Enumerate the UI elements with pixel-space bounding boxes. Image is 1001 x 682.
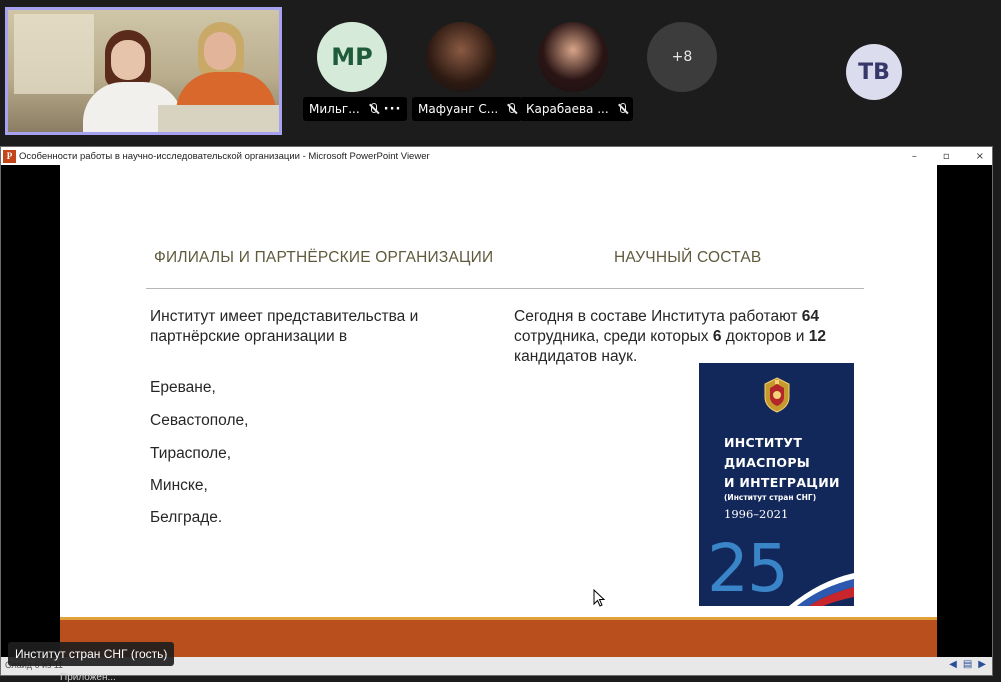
video-desk [158,105,279,132]
status-icons: ◀ ▤ ▶ [949,659,986,670]
more-participants-tile[interactable]: +8 [647,22,757,122]
slide-menu-icon[interactable]: ▤ [963,659,972,670]
participant-tile-1[interactable]: MP Мильг... ··· [303,22,413,122]
participant-name-pill: Мильг... ··· [303,97,408,121]
powerpoint-viewer-window: P Особенности работы в научно-исследоват… [0,146,993,676]
window-controls: – ▫ × [912,147,984,165]
active-speaker-video[interactable] [5,7,282,135]
book-anniversary-number: 25 [707,530,789,606]
participant-name: Карабаева ... [526,102,609,116]
city-item: Белграде. [150,509,223,526]
participant-name: Мильг... [309,102,360,116]
slide[interactable]: ФИЛИАЛЫ И ПАРТНЁРСКИЕ ОРГАНИЗАЦИИ НАУЧНЫ… [60,165,937,657]
participant-avatar: MP [317,22,387,92]
institute-emblem-icon [764,377,790,413]
city-item: Тирасполе, [150,445,232,462]
more-options-icon[interactable]: ··· [384,102,402,117]
flag-ribbon-icon [789,573,854,606]
powerpoint-icon: P [3,149,16,163]
city-item: Севастополе, [150,412,249,429]
presenter-name-tag: Институт стран СНГ (гость) [8,642,175,666]
employee-count: 64 [801,308,820,325]
mic-muted-icon [506,103,516,115]
participant-name-pill: Мафуанг С... [412,97,523,121]
minimize-button[interactable]: – [912,151,917,162]
participant-photo [426,22,496,92]
book-title-line: ИНСТИТУТ [724,435,803,450]
close-button[interactable]: × [976,151,984,162]
restore-button[interactable]: ▫ [943,151,950,162]
city-item: Минске, [150,477,208,494]
mouse-cursor-icon [593,589,605,607]
book-title-line: ДИАСПОРЫ [724,455,811,470]
book-cover-image: ИНСТИТУТ ДИАСПОРЫ И ИНТЕГРАЦИИ (Институт… [699,363,854,606]
participant-tile-3[interactable]: Карабаева ... [520,22,633,122]
staff-text: Сегодня в составе Института работают 64 … [514,308,826,365]
heading-branches: ФИЛИАЛЫ И ПАРТНЁРСКИЕ ОРГАНИЗАЦИИ [154,249,494,266]
slide-footer-bar [60,620,937,657]
candidate-count: 12 [808,328,826,345]
mic-muted-icon [617,103,627,115]
participant-tile-2[interactable]: Мафуанг С... [412,22,523,122]
mic-muted-icon [368,103,378,115]
video-window-light [14,14,94,94]
book-years: 1996–2021 [724,507,789,521]
heading-divider [146,288,864,289]
heading-staff: НАУЧНЫЙ СОСТАВ [614,249,762,266]
zoom-meeting-window: MP Мильг... ··· Мафуанг С... Карабаева .… [0,0,1001,682]
prev-slide-icon[interactable]: ◀ [949,659,957,670]
book-title-line: И ИНТЕГРАЦИИ [724,475,840,490]
participant-photo [538,22,608,92]
below-window-text: Приложен... [60,672,116,682]
city-item: Ереване, [150,379,216,396]
window-titlebar[interactable]: P Особенности работы в научно-исследоват… [1,147,992,165]
more-participants-count: +8 [647,22,717,92]
self-tile[interactable]: TB [846,44,956,144]
next-slide-icon[interactable]: ▶ [978,659,986,670]
participant-name: Мафуанг С... [418,102,499,116]
slide-area: ФИЛИАЛЫ И ПАРТНЁРСКИЕ ОРГАНИЗАЦИИ НАУЧНЫ… [1,165,992,657]
self-avatar: TB [846,44,902,100]
branches-intro: Институт имеет представительства и партн… [150,308,419,345]
participant-name-pill: Карабаева ... [520,97,633,121]
participant-strip: MP Мильг... ··· Мафуанг С... Карабаева .… [0,0,1001,143]
window-title: Особенности работы в научно-исследовател… [19,150,430,162]
book-subtitle: (Институт стран СНГ) [724,493,817,502]
